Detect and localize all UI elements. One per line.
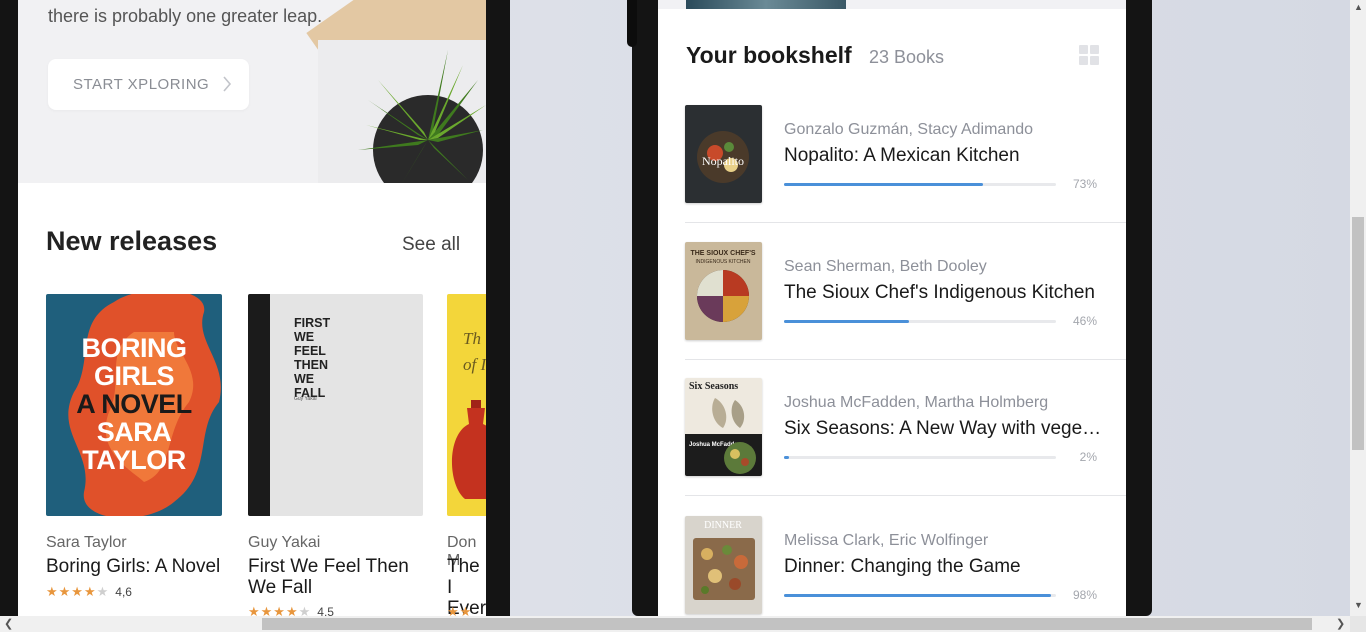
cover-title-text: Th of I: [463, 329, 486, 374]
bookshelf-screen: Your bookshelf 23 Books Nopalito Gonzalo…: [658, 0, 1126, 616]
new-releases-title: New releases: [46, 226, 218, 256]
vertical-scrollbar[interactable]: ▲ ▼: [1350, 0, 1366, 616]
book-cover-third[interactable]: Th of I: [447, 294, 486, 516]
book-rating: ★★★★★ 4,5: [248, 604, 334, 616]
bookshelf-item[interactable]: DINNER Melissa Clark, Eric Wolfinger Din…: [685, 516, 1126, 616]
grid-view-icon[interactable]: [1079, 45, 1099, 65]
explore-screen: there is probably one greater leap. STAR…: [18, 0, 486, 616]
book-title: The Sioux Chef's Indigenous Kitchen: [784, 282, 1095, 303]
progress-label: 2%: [1079, 450, 1097, 464]
cover-vase-graphic: [452, 400, 486, 499]
book-thumbnail: Nopalito: [685, 105, 762, 203]
plant-image: [358, 50, 486, 183]
progress-track: [784, 594, 1056, 597]
horizontal-scrollbar[interactable]: ❮ ❯: [0, 616, 1350, 632]
book-thumbnail: DINNER: [685, 516, 762, 614]
scrollbar-corner: [1350, 616, 1366, 632]
book-authors: Melissa Clark, Eric Wolfinger: [784, 532, 989, 549]
book-authors: Sean Sherman, Beth Dooley: [784, 258, 987, 275]
book-title[interactable]: Boring Girls: A Novel: [46, 556, 226, 577]
book-authors: Gonzalo Guzmán, Stacy Adimando: [784, 121, 1034, 138]
book-rating: ★★: [447, 604, 472, 616]
progress-fill: [784, 183, 983, 186]
rating-value: 4,5: [317, 605, 334, 616]
scroll-up-arrow-icon[interactable]: ▲: [1354, 2, 1363, 12]
book-title: Six Seasons: A New Way with vegetables: [784, 418, 1104, 439]
book-authors: Joshua McFadden, Martha Holmberg: [784, 394, 1049, 411]
cover-title-text: BORING GIRLS A NOVEL SARA TAYLOR: [76, 333, 192, 475]
hero-banner: there is probably one greater leap. STAR…: [18, 0, 486, 183]
progress-fill: [784, 594, 1051, 597]
scroll-left-arrow-icon[interactable]: ❮: [4, 617, 13, 630]
scroll-right-arrow-icon[interactable]: ❯: [1336, 617, 1345, 630]
book-cover-boring-girls[interactable]: BORING GIRLS A NOVEL SARA TAYLOR: [46, 294, 222, 516]
bookshelf-item[interactable]: THE SIOUX CHEF'S INDIGENOUS KITCHEN Sean…: [685, 242, 1126, 378]
chevron-right-icon: [223, 76, 232, 92]
horizontal-scroll-thumb[interactable]: [262, 618, 1312, 630]
cover-author-text: Guy Yakai: [294, 396, 317, 402]
book-author: Guy Yakai: [248, 534, 321, 551]
progress-fill: [784, 320, 910, 323]
thumb-title: Six Seasons: [689, 381, 738, 392]
book-cover-first-we-feel[interactable]: FIRST WE FEEL THEN WE FALL Guy Yakai: [248, 294, 423, 516]
book-title[interactable]: First We Feel Then We Fall: [248, 556, 423, 598]
book-title: Nopalito: A Mexican Kitchen: [784, 145, 1020, 166]
bookshelf-item[interactable]: Six Seasons Joshua McFadden Joshua McFad…: [685, 378, 1126, 514]
progress-track: [784, 456, 1056, 459]
star-rating-icon: ★★: [447, 604, 473, 616]
svg-text:THE SIOUX CHEF'S: THE SIOUX CHEF'S: [690, 250, 755, 257]
progress-label: 98%: [1072, 588, 1097, 602]
divider: [685, 222, 1126, 223]
previous-section-image: [686, 0, 846, 9]
thumb-title: DINNER: [704, 520, 742, 531]
rating-value: 4,6: [115, 585, 132, 599]
vertical-scroll-thumb[interactable]: [1352, 217, 1364, 450]
divider: [685, 495, 1126, 496]
bookshelf-item[interactable]: Nopalito Gonzalo Guzmán, Stacy Adimando …: [685, 105, 1126, 241]
cover-spine: [248, 294, 270, 516]
book-thumbnail: Six Seasons Joshua McFadden: [685, 378, 762, 476]
thumb-title: Nopalito: [702, 154, 744, 168]
phone-side-button: [627, 0, 637, 47]
start-button-label: START XPLORING: [73, 76, 210, 93]
see-all-link[interactable]: See all: [402, 234, 460, 256]
book-title: Dinner: Changing the Game: [784, 556, 1021, 577]
progress-track: [784, 320, 1056, 323]
book-rating: ★★★★★ 4,6: [46, 584, 132, 600]
bookshelf-count: 23 Books: [869, 47, 945, 67]
star-rating-icon: ★★★★★: [46, 584, 110, 599]
progress-label: 46%: [1072, 314, 1097, 328]
start-exploring-button[interactable]: START XPLORING: [48, 59, 249, 110]
stage: there is probably one greater leap. STAR…: [0, 0, 1350, 616]
book-author: Sara Taylor: [46, 534, 127, 551]
book-thumbnail: THE SIOUX CHEF'S INDIGENOUS KITCHEN: [685, 242, 762, 340]
svg-text:INDIGENOUS KITCHEN: INDIGENOUS KITCHEN: [695, 259, 750, 265]
top-strip: [658, 0, 1126, 9]
progress-label: 73%: [1072, 177, 1097, 191]
cover-title-text: FIRST WE FEEL THEN WE FALL: [294, 316, 331, 400]
scroll-down-arrow-icon[interactable]: ▼: [1354, 600, 1363, 610]
hero-text: there is probably one greater leap.: [48, 6, 323, 26]
bookshelf-title: Your bookshelf: [686, 42, 852, 68]
progress-track: [784, 183, 1056, 186]
progress-fill: [784, 456, 790, 459]
star-rating-icon: ★★★★★: [248, 604, 312, 616]
divider: [685, 359, 1126, 360]
